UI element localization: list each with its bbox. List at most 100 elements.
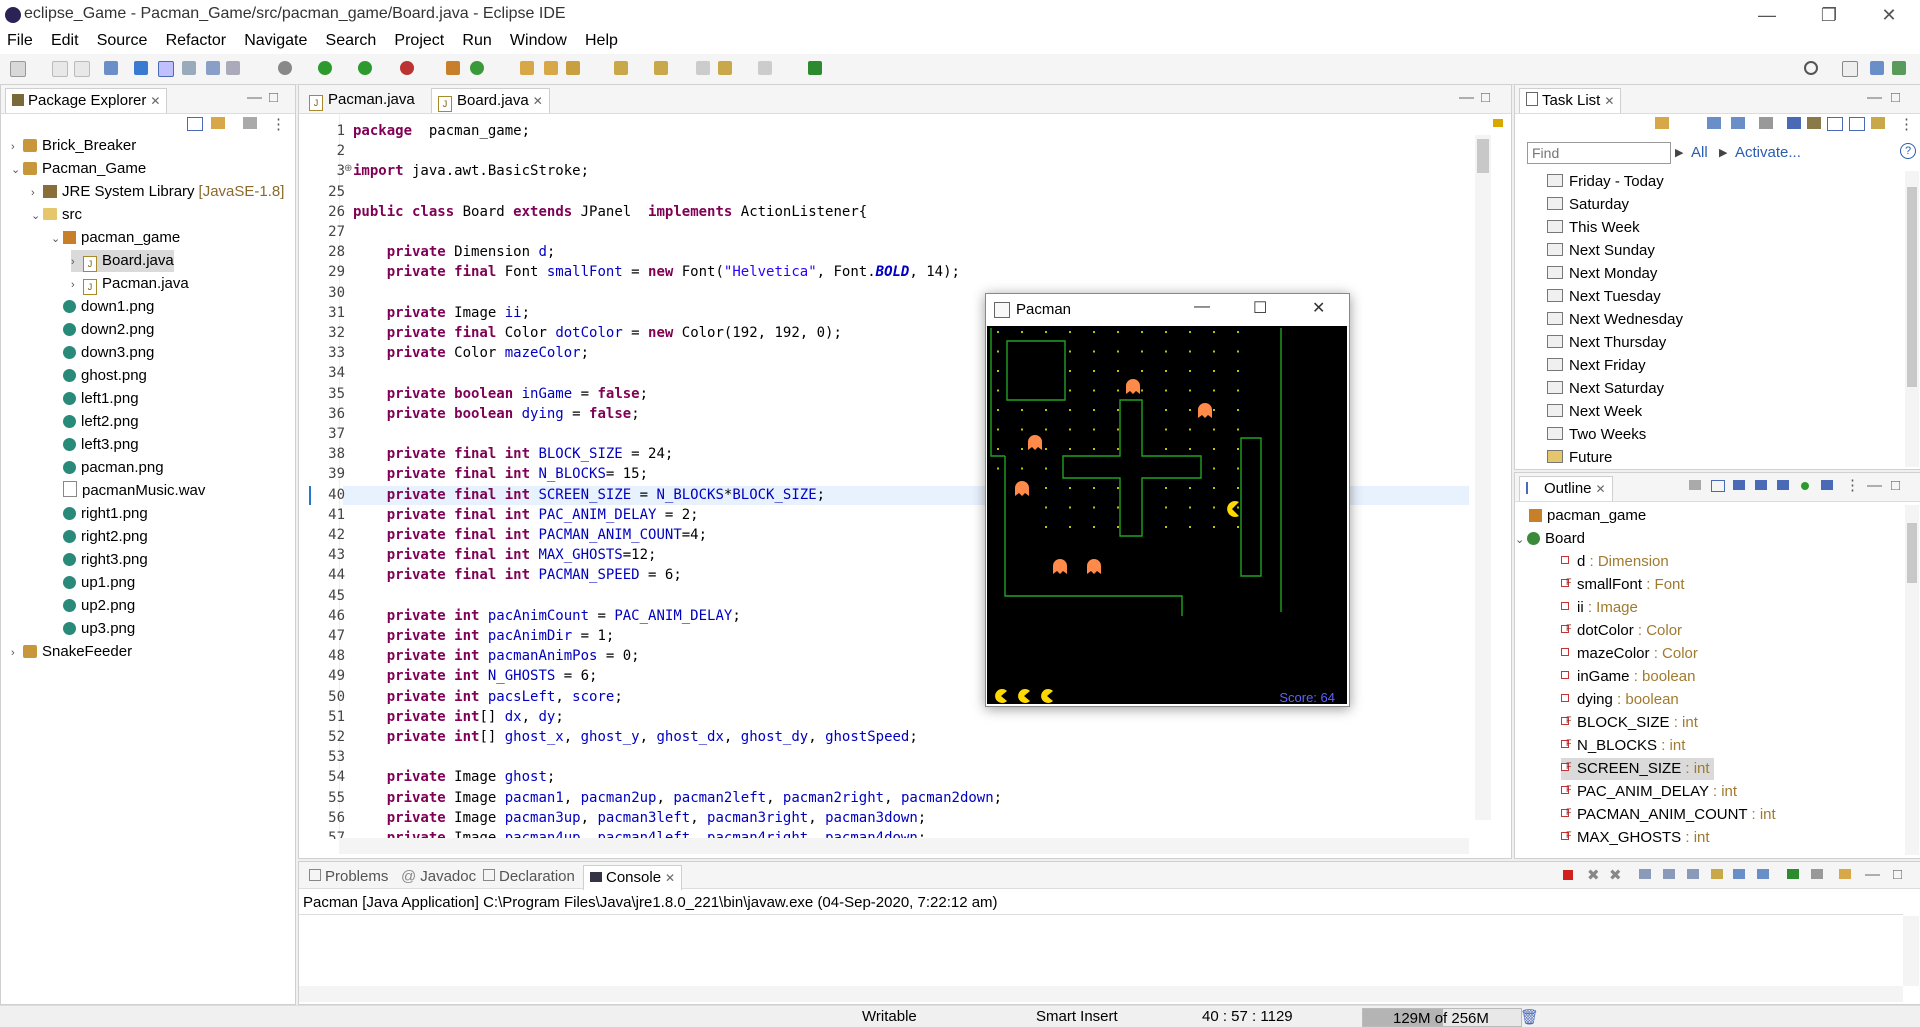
debug-perspective-icon[interactable]: [1892, 61, 1906, 75]
scheduled-icon[interactable]: [1731, 117, 1745, 129]
console-scrollbar[interactable]: [1903, 916, 1919, 986]
hide-completed-icon[interactable]: [1787, 117, 1801, 129]
hide-fields-icon[interactable]: [1755, 480, 1767, 490]
pacman-maximize-button[interactable]: ☐: [1253, 298, 1267, 318]
task-list-item[interactable]: Next Wednesday: [1547, 309, 1683, 331]
chevron-down-icon[interactable]: ⌄: [51, 228, 63, 250]
task-list-item[interactable]: This Week: [1547, 217, 1640, 239]
pacman-close-button[interactable]: ✕: [1312, 298, 1325, 318]
tree-item[interactable]: › Brick_Breaker: [11, 135, 136, 157]
outline-field[interactable]: mazeColor : Color: [1561, 643, 1698, 665]
open-task-icon[interactable]: [544, 61, 558, 75]
open-console-icon[interactable]: [1811, 869, 1823, 879]
tab-declaration[interactable]: Declaration: [477, 865, 581, 889]
link-with-editor-icon[interactable]: [211, 117, 225, 129]
remove-launch-icon[interactable]: ✖: [1587, 866, 1600, 884]
task-list-item[interactable]: Next Thursday: [1547, 332, 1666, 354]
hide-local-types-icon[interactable]: [1821, 480, 1833, 490]
task-scrollbar[interactable]: [1905, 171, 1919, 467]
scrollbar-thumb[interactable]: [1907, 523, 1917, 583]
fold-expand-icon[interactable]: ⊕: [344, 163, 352, 174]
save-icon[interactable]: [52, 61, 68, 77]
tree-item[interactable]: up2.png: [51, 595, 135, 617]
minimize-view-icon[interactable]: —: [1865, 866, 1880, 883]
new-java-package-icon[interactable]: [446, 61, 460, 75]
new-console-icon[interactable]: [1839, 869, 1851, 879]
outline-field[interactable]: F SCREEN_SIZE : int: [1561, 758, 1714, 780]
outline-field[interactable]: FsmallFont : Font: [1561, 574, 1685, 596]
external-tools-icon[interactable]: [400, 61, 414, 75]
minimize-view-icon[interactable]: —: [1459, 89, 1474, 106]
terminate-icon[interactable]: [1563, 870, 1573, 880]
task-list-item[interactable]: Friday - Today: [1547, 171, 1664, 193]
maximize-view-icon[interactable]: □: [1893, 866, 1902, 883]
game-canvas[interactable]: Score: 64: [987, 326, 1347, 705]
tab-package-explorer[interactable]: Package Explorer ✕: [5, 88, 168, 113]
tab-console[interactable]: Console ✕: [583, 865, 683, 890]
clear-console-icon[interactable]: [1639, 869, 1651, 879]
menu-file[interactable]: File: [0, 30, 40, 50]
tree-item[interactable]: › JRE System Library [JavaSE-1.8]: [31, 181, 284, 203]
menu-navigate[interactable]: Navigate: [237, 30, 314, 50]
tab-javadoc[interactable]: @ Javadoc: [395, 865, 482, 889]
remove-all-icon[interactable]: ✖: [1609, 866, 1622, 884]
menu-run[interactable]: Run: [455, 30, 498, 50]
open-type-icon[interactable]: [520, 61, 534, 75]
show-whitespace-icon[interactable]: [206, 61, 220, 75]
expand-all-icon[interactable]: [1849, 117, 1865, 131]
run-icon[interactable]: [318, 61, 332, 75]
chevron-down-icon[interactable]: ⌄: [1515, 529, 1527, 551]
close-icon[interactable]: ✕: [150, 94, 160, 108]
java-perspective-icon[interactable]: [1870, 61, 1884, 75]
menu-help[interactable]: Help: [578, 30, 625, 50]
chevron-right-icon[interactable]: ›: [11, 136, 23, 158]
close-icon[interactable]: ✕: [533, 94, 543, 108]
outline-field[interactable]: F PACMAN_ANIM_COUNT : int: [1561, 804, 1776, 826]
block-selection-icon[interactable]: [158, 61, 174, 77]
synchronize-icon[interactable]: [1807, 117, 1821, 129]
back-icon[interactable]: [718, 61, 732, 75]
tree-item[interactable]: right1.png: [51, 503, 148, 525]
menu-refactor[interactable]: Refactor: [159, 30, 233, 50]
maximize-button[interactable]: ❐: [1806, 0, 1852, 30]
menu-edit[interactable]: Edit: [44, 30, 86, 50]
task-list-item[interactable]: Next Week: [1547, 401, 1642, 423]
maximize-view-icon[interactable]: □: [1891, 89, 1900, 106]
all-link[interactable]: All: [1691, 144, 1708, 161]
chevron-down-icon[interactable]: ⌄: [31, 205, 43, 227]
forward-icon[interactable]: [758, 61, 772, 75]
tree-item[interactable]: up1.png: [51, 572, 135, 594]
horizontal-scrollbar[interactable]: [339, 838, 1469, 854]
sort-icon[interactable]: [1733, 480, 1745, 490]
chevron-right-icon[interactable]: ›: [11, 642, 23, 664]
pin-console-icon[interactable]: [1757, 869, 1769, 879]
heap-status[interactable]: 129M of 256M: [1362, 1008, 1522, 1027]
tab-outline[interactable]: Outline ✕: [1519, 476, 1613, 501]
minimize-view-icon[interactable]: —: [247, 89, 262, 106]
view-menu-icon[interactable]: ⋮: [1845, 476, 1860, 494]
task-list-item[interactable]: Future: [1547, 447, 1612, 469]
word-wrap-icon[interactable]: [182, 61, 196, 75]
outline-node[interactable]: ⌄ Board: [1515, 528, 1585, 550]
collapse-all-icon[interactable]: [1827, 117, 1843, 131]
scroll-lock-icon[interactable]: [1663, 869, 1675, 879]
tree-item[interactable]: down2.png: [51, 319, 154, 341]
pilcrow-icon[interactable]: [226, 61, 240, 75]
tab-board-java[interactable]: J Board.java ✕: [431, 88, 550, 113]
task-list-item[interactable]: Next Sunday: [1547, 240, 1655, 262]
view-menu-icon[interactable]: ⋮: [1899, 115, 1914, 133]
close-button[interactable]: ✕: [1866, 0, 1912, 30]
hide-static-icon[interactable]: [1777, 480, 1789, 490]
hide-nonpublic-icon[interactable]: [1801, 482, 1809, 490]
tree-item[interactable]: right2.png: [51, 526, 148, 548]
toggle-mark-occurrences-icon[interactable]: [104, 61, 118, 75]
scrollbar-thumb[interactable]: [1477, 139, 1489, 173]
scrollbar-thumb[interactable]: [1907, 187, 1917, 387]
sync-icon[interactable]: [1689, 480, 1701, 490]
categorized-icon[interactable]: [1707, 117, 1721, 129]
outline-field[interactable]: dying : boolean: [1561, 689, 1679, 711]
minimize-view-icon[interactable]: —: [1867, 477, 1882, 494]
outline-scrollbar[interactable]: [1905, 505, 1919, 855]
tree-item[interactable]: up3.png: [51, 618, 135, 640]
tree-item[interactable]: left2.png: [51, 411, 139, 433]
